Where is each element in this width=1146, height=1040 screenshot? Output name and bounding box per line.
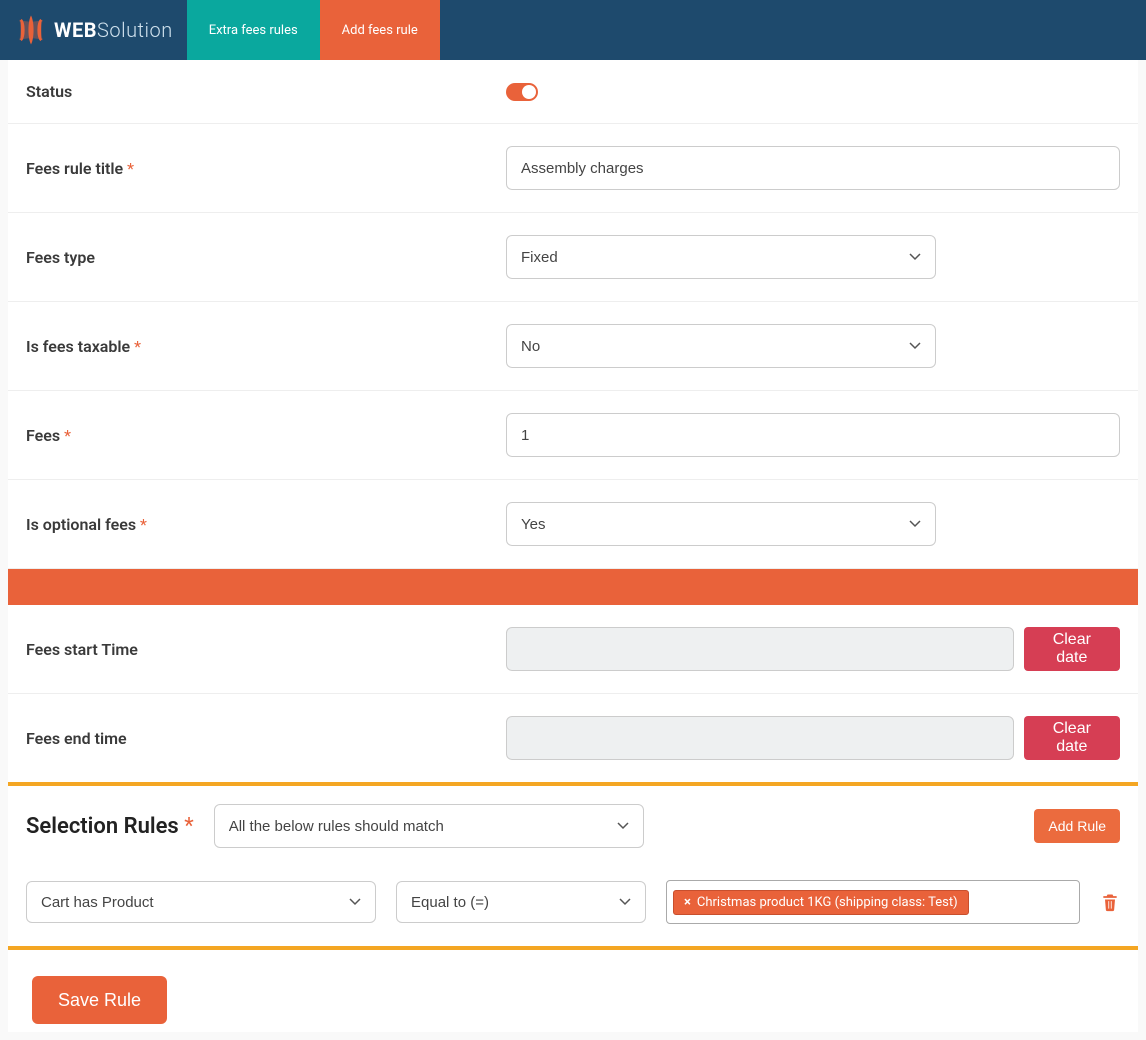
row-title: Fees rule title * <box>8 124 1138 213</box>
logo-icon <box>14 13 48 47</box>
trash-icon[interactable] <box>1100 891 1120 913</box>
fees-title-input[interactable] <box>506 146 1120 190</box>
start-time-input[interactable] <box>506 627 1014 671</box>
label-fees: Fees * <box>26 426 486 445</box>
row-status: Status <box>8 60 1138 124</box>
clear-end-date-button[interactable]: Clear date <box>1024 716 1120 760</box>
clear-start-date-button[interactable]: Clear date <box>1024 627 1120 671</box>
label-type: Fees type <box>26 248 486 267</box>
rule-operator-select[interactable]: Equal to (=) <box>396 881 646 923</box>
brand-logo: WEBSolution <box>0 0 187 60</box>
row-taxable: Is fees taxable * No <box>8 302 1138 391</box>
selection-rules-title: Selection Rules * <box>26 814 194 839</box>
rule-row: Cart has Product Equal to (=) × Christma… <box>8 866 1138 946</box>
label-taxable: Is fees taxable * <box>26 337 486 356</box>
row-optional: Is optional fees * Yes <box>8 480 1138 569</box>
fees-amount-input[interactable] <box>506 413 1120 457</box>
rule-value-tag-label: Christmas product 1KG (shipping class: T… <box>697 895 958 910</box>
row-type: Fees type Fixed <box>8 213 1138 302</box>
match-mode-select[interactable]: All the below rules should match <box>214 804 644 848</box>
label-status: Status <box>26 82 486 101</box>
fees-optional-select[interactable]: Yes <box>506 502 936 546</box>
label-title: Fees rule title * <box>26 159 486 178</box>
remove-tag-icon[interactable]: × <box>684 895 691 910</box>
label-end: Fees end time <box>26 729 486 748</box>
row-start-time: Fees start Time Clear date <box>8 605 1138 694</box>
fees-taxable-select[interactable]: No <box>506 324 936 368</box>
row-end-time: Fees end time Clear date <box>8 694 1138 782</box>
brand-name: WEBSolution <box>54 18 173 42</box>
tab-add-fees-rule[interactable]: Add fees rule <box>320 0 440 60</box>
rule-value-tag: × Christmas product 1KG (shipping class:… <box>673 890 969 915</box>
tab-extra-fees-rules[interactable]: Extra fees rules <box>187 0 320 60</box>
status-toggle[interactable] <box>506 83 538 101</box>
fees-type-select[interactable]: Fixed <box>506 235 936 279</box>
end-time-input[interactable] <box>506 716 1014 760</box>
rule-field-select[interactable]: Cart has Product <box>26 881 376 923</box>
save-rule-button[interactable]: Save Rule <box>32 976 167 1024</box>
section-divider <box>8 569 1138 605</box>
selection-rules-header: Selection Rules * All the below rules sh… <box>8 786 1138 866</box>
add-rule-button[interactable]: Add Rule <box>1034 809 1120 843</box>
top-navbar: WEBSolution Extra fees rules Add fees ru… <box>0 0 1146 60</box>
row-fees: Fees * <box>8 391 1138 480</box>
rule-value-tagbox[interactable]: × Christmas product 1KG (shipping class:… <box>666 880 1080 924</box>
label-start: Fees start Time <box>26 640 486 659</box>
label-optional: Is optional fees * <box>26 515 486 534</box>
